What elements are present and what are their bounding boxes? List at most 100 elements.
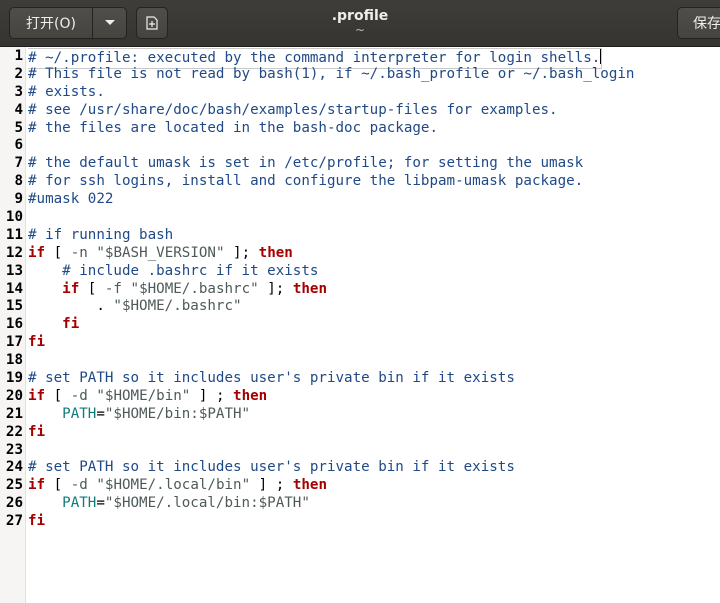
line-number: 14 [5, 280, 23, 297]
code-line[interactable]: 19 # set PATH so it includes user's priva… [0, 370, 720, 388]
line-number: 18 [5, 352, 23, 369]
code-line[interactable]: 7 # the default umask is set in /etc/prof… [0, 155, 720, 173]
line-text: PATH="$HOME/bin:$PATH" [28, 406, 250, 424]
code-line[interactable]: 20 if [ -d "$HOME/bin" ] ; then [0, 388, 720, 406]
line-number: 9 [14, 191, 23, 208]
window-title-area: .profile ~ [250, 7, 470, 37]
line-text: # set PATH so it includes user's private… [28, 370, 515, 388]
line-number: 25 [5, 477, 23, 494]
line-number: 19 [5, 370, 23, 387]
code-token: -d [70, 477, 88, 494]
line-text: if [ -n "$BASH_VERSION" ]; then [28, 245, 293, 263]
save-button-label: 保存 [693, 16, 720, 32]
line-number: 2 [14, 65, 23, 82]
code-line[interactable]: 9 #umask 022 [0, 191, 720, 209]
code-token: # exists. [28, 83, 105, 100]
code-token: [ [45, 477, 71, 494]
code-line[interactable]: 26 PATH="$HOME/.local/bin:$PATH" [0, 495, 720, 513]
line-number: 20 [5, 387, 23, 404]
line-text: #umask 022 [28, 191, 113, 209]
line-text: if [ -f "$HOME/.bashrc" ]; then [28, 281, 327, 299]
code-line[interactable]: 8 # for ssh logins, install and configure… [0, 173, 720, 191]
open-menu-button[interactable] [92, 7, 127, 39]
code-line[interactable]: 4 # see /usr/share/doc/bash/examples/star… [0, 102, 720, 120]
code-token: -n [70, 244, 88, 261]
line-text: fi [28, 424, 45, 442]
code-line[interactable]: 27 fi [0, 513, 720, 531]
code-token: "$HOME/.local/bin" [96, 477, 251, 494]
line-text: # This file is not read by bash(1), if ~… [28, 66, 634, 84]
code-token: PATH [62, 495, 97, 512]
line-number: 8 [14, 173, 23, 190]
code-line[interactable]: 25 if [ -d "$HOME/.local/bin" ] ; then [0, 477, 720, 495]
line-text: # the default umask is set in /etc/profi… [28, 155, 583, 173]
code-token: fi [28, 334, 46, 351]
code-line[interactable]: 12 if [ -n "$BASH_VERSION" ]; then [0, 245, 720, 263]
code-token: # for ssh logins, install and configure … [28, 173, 584, 190]
code-token: # the default umask is set in /etc/profi… [28, 155, 584, 172]
save-button[interactable]: 保存 [677, 7, 720, 39]
code-line[interactable]: 1 # ~/.profile: executed by the command i… [0, 48, 720, 69]
line-number: 16 [5, 316, 23, 333]
line-number: 7 [14, 155, 23, 172]
code-line[interactable]: 23 [0, 442, 720, 460]
code-token: "$HOME/.bashrc" [113, 298, 242, 315]
line-number: 24 [5, 459, 23, 476]
code-line[interactable]: 6 [0, 137, 720, 155]
line-number: 26 [5, 495, 23, 512]
line-text: # see /usr/share/doc/bash/examples/start… [28, 102, 558, 120]
code-line[interactable]: 14 if [ -f "$HOME/.bashrc" ]; then [0, 281, 720, 299]
code-line[interactable]: 15 . "$HOME/.bashrc" [0, 298, 720, 316]
new-document-icon [146, 16, 158, 30]
line-text: if [ -d "$HOME/bin" ] ; then [28, 388, 267, 406]
window-subtitle: ~ [354, 23, 366, 37]
line-number: 6 [14, 137, 23, 154]
code-token: [ [45, 244, 71, 261]
code-token: ] ; [190, 387, 234, 404]
code-line[interactable]: 18 [0, 352, 720, 370]
code-line[interactable]: 24 # set PATH so it includes user's priva… [0, 459, 720, 477]
line-number: 10 [5, 209, 23, 226]
code-token: "$HOME/bin" [96, 387, 191, 404]
code-token: then [233, 387, 268, 404]
code-token: . [28, 298, 114, 315]
code-line[interactable]: 5 # the files are located in the bash-doc… [0, 120, 720, 138]
line-text: # if running bash [28, 227, 173, 245]
line-text: # for ssh logins, install and configure … [28, 173, 583, 191]
code-token: ]; [224, 244, 259, 261]
code-line[interactable]: 21 PATH="$HOME/bin:$PATH" [0, 406, 720, 424]
open-button[interactable]: 打开(O) [9, 7, 93, 39]
code-line[interactable]: 11 # if running bash [0, 227, 720, 245]
code-line[interactable]: 17 fi [0, 334, 720, 352]
code-token: # the files are located in the bash-doc … [28, 119, 438, 136]
code-line[interactable]: 13 # include .bashrc if it exists [0, 263, 720, 281]
code-token: -f [104, 280, 122, 297]
code-token: = [96, 405, 105, 422]
code-line[interactable]: 3 # exists. [0, 84, 720, 102]
line-text: PATH="$HOME/.local/bin:$PATH" [28, 495, 310, 513]
code-token: [ [79, 280, 105, 297]
code-line[interactable]: 10 [0, 209, 720, 227]
line-text: # the files are located in the bash-doc … [28, 120, 438, 138]
new-document-button[interactable] [136, 7, 168, 39]
code-line[interactable]: 2 # This file is not read by bash(1), if … [0, 66, 720, 84]
code-lines: 1 # ~/.profile: executed by the command i… [0, 48, 720, 531]
code-token: -d [70, 387, 88, 404]
line-number: 21 [5, 405, 23, 422]
text-cursor [600, 49, 602, 64]
line-text: # exists. [28, 84, 105, 102]
line-number: 13 [5, 262, 23, 279]
code-line[interactable]: 22 fi [0, 424, 720, 442]
code-line[interactable]: 16 fi [0, 316, 720, 334]
line-number: 3 [14, 83, 23, 100]
code-token: # ~/.profile: executed by the command in… [28, 50, 601, 66]
code-token: "$HOME/.bashrc" [130, 280, 259, 297]
line-number: 4 [14, 101, 23, 118]
text-editor[interactable]: 1 # ~/.profile: executed by the command i… [0, 47, 720, 603]
code-token: if [62, 280, 80, 297]
code-token: PATH [62, 405, 97, 422]
line-number: 1 [14, 48, 23, 64]
line-text: fi [28, 513, 45, 531]
